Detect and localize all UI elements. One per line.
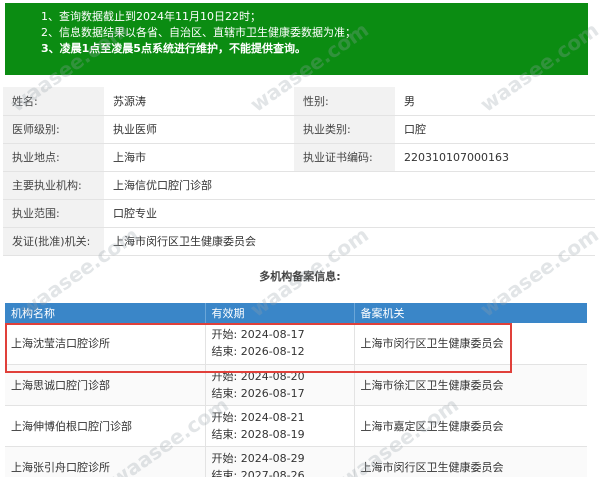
- end-prefix: 结束:: [211, 427, 238, 441]
- issuer-label: 发证(批准)机关:: [3, 227, 104, 256]
- validity-cell: 开始: 2024-08-29 结束: 2027-08-26: [205, 446, 355, 477]
- notice-line-1: 1、查询数据截止到2024年11月10日22时；: [41, 10, 261, 23]
- gender-value: 男: [395, 87, 595, 116]
- start-date: 2024-08-21: [240, 410, 305, 424]
- validity-start: 开始: 2024-08-29: [212, 450, 348, 467]
- validity-cell: 开始: 2024-08-17 结束: 2026-08-12: [205, 323, 355, 365]
- info-row: 执业范围: 口腔专业: [3, 199, 595, 228]
- start-prefix: 开始:: [211, 451, 238, 465]
- validity-end: 结束: 2028-08-19: [212, 426, 348, 443]
- start-prefix: 开始:: [211, 410, 238, 424]
- authority-name: 上海市嘉定区卫生健康委员会: [354, 405, 587, 447]
- validity-end: 结束: 2026-08-12: [212, 343, 348, 360]
- validity-end: 结束: 2026-08-17: [212, 385, 348, 402]
- header-authority: 备案机关: [354, 303, 587, 323]
- table-row: 上海张引舟口腔诊所 开始: 2024-08-29 结束: 2027-08-26 …: [5, 446, 587, 477]
- authority-name: 上海市徐汇区卫生健康委员会: [354, 364, 587, 406]
- issuer-value: 上海市闵行区卫生健康委员会: [104, 227, 595, 256]
- authority-name: 上海市闵行区卫生健康委员会: [354, 446, 587, 477]
- info-row: 主要执业机构: 上海信优口腔门诊部: [3, 171, 595, 200]
- info-row: 姓名: 苏源涛 性别: 男: [3, 87, 595, 116]
- info-row: 医师级别: 执业医师 执业类别: 口腔: [3, 115, 595, 144]
- validity-start: 开始: 2024-08-17: [212, 326, 348, 343]
- validity-end: 结束: 2027-08-26: [212, 467, 348, 477]
- end-prefix: 结束:: [211, 468, 238, 477]
- institution-label: 主要执业机构:: [3, 171, 104, 200]
- header-validity: 有效期: [205, 303, 355, 323]
- end-date: 2027-08-26: [240, 468, 305, 477]
- institution-name: 上海伸博伯根口腔门诊部: [5, 405, 206, 447]
- category-value: 口腔: [395, 115, 595, 144]
- end-prefix: 结束:: [211, 386, 238, 400]
- validity-cell: 开始: 2024-08-20 结束: 2026-08-17: [205, 364, 355, 406]
- category-label: 执业类别:: [294, 115, 395, 144]
- end-date: 2026-08-12: [240, 345, 305, 359]
- info-row: 发证(批准)机关: 上海市闵行区卫生健康委员会: [3, 227, 595, 256]
- doctor-info-table: 姓名: 苏源涛 性别: 男 医师级别: 执业医师 执业类别: 口腔 执业地点: …: [3, 87, 595, 256]
- institution-name: 上海张引舟口腔诊所: [5, 446, 206, 477]
- notice-line-2: 2、信息数据结果以各省、自治区、直辖市卫生健康委数据为准；: [41, 26, 356, 39]
- multi-institution-table: 机构名称 有效期 备案机关 上海沈莹洁口腔诊所 开始: 2024-08-17 结…: [5, 303, 587, 477]
- scope-value: 口腔专业: [104, 199, 595, 228]
- info-row: 执业地点: 上海市 执业证书编码: 220310107000163: [3, 143, 595, 172]
- header-institution-name: 机构名称: [5, 303, 206, 323]
- start-date: 2024-08-17: [240, 328, 305, 342]
- start-date: 2024-08-29: [240, 451, 305, 465]
- multi-institution-title: 多机构备案信息:: [259, 270, 341, 283]
- level-value: 执业医师: [104, 115, 294, 144]
- start-date: 2024-08-20: [240, 369, 305, 383]
- validity-start: 开始: 2024-08-21: [212, 409, 348, 426]
- notice-banner: 1、查询数据截止到2024年11月10日22时； 2、信息数据结果以各省、自治区…: [5, 3, 588, 75]
- name-value: 苏源涛: [104, 87, 294, 116]
- table-row: 上海伸博伯根口腔门诊部 开始: 2024-08-21 结束: 2028-08-1…: [5, 405, 587, 447]
- institution-name: 上海思诚口腔门诊部: [5, 364, 206, 406]
- table-row: 上海思诚口腔门诊部 开始: 2024-08-20 结束: 2026-08-17 …: [5, 364, 587, 406]
- cert-value: 220310107000163: [395, 143, 595, 172]
- location-label: 执业地点:: [3, 143, 104, 172]
- institution-value: 上海信优口腔门诊部: [104, 171, 595, 200]
- cert-label: 执业证书编码:: [294, 143, 395, 172]
- gender-label: 性别:: [294, 87, 395, 116]
- table-header-row: 机构名称 有效期 备案机关: [5, 303, 587, 323]
- level-label: 医师级别:: [3, 115, 104, 144]
- notice-line-3: 3、凌晨1点至凌晨5点系统进行维护，不能提供查询。: [41, 42, 306, 55]
- institution-name: 上海沈莹洁口腔诊所: [5, 323, 206, 365]
- start-prefix: 开始:: [211, 328, 238, 342]
- validity-start: 开始: 2024-08-20: [212, 368, 348, 385]
- scope-label: 执业范围:: [3, 199, 104, 228]
- end-date: 2028-08-19: [240, 427, 305, 441]
- authority-name: 上海市闵行区卫生健康委员会: [354, 323, 587, 365]
- location-value: 上海市: [104, 143, 294, 172]
- table-row: 上海沈莹洁口腔诊所 开始: 2024-08-17 结束: 2026-08-12 …: [5, 323, 587, 365]
- end-prefix: 结束:: [211, 345, 238, 359]
- name-label: 姓名:: [3, 87, 104, 116]
- end-date: 2026-08-17: [240, 386, 305, 400]
- validity-cell: 开始: 2024-08-21 结束: 2028-08-19: [205, 405, 355, 447]
- start-prefix: 开始:: [211, 369, 238, 383]
